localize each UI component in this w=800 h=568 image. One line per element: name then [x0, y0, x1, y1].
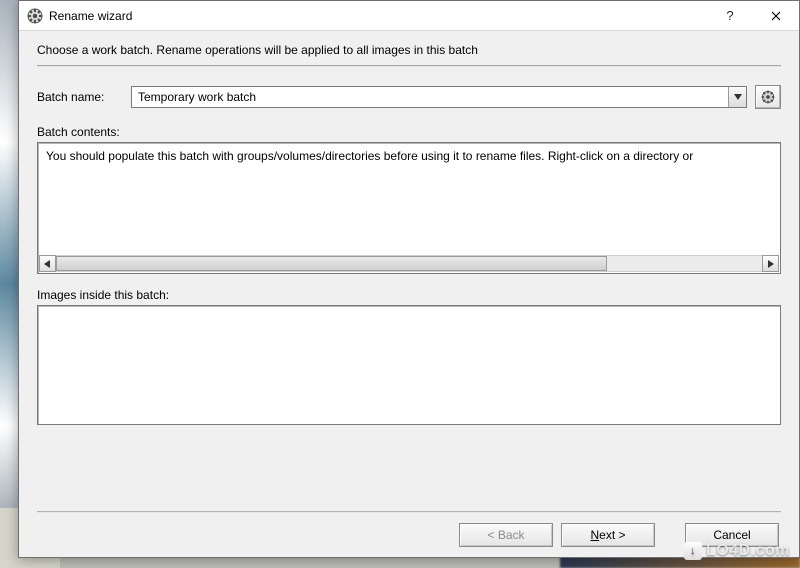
watermark: ↓ LO4D.com [684, 542, 790, 560]
scroll-track[interactable] [56, 255, 762, 272]
footer-divider [37, 511, 781, 513]
scroll-thumb[interactable] [56, 256, 607, 271]
back-button[interactable]: < Back [459, 523, 553, 547]
next-button[interactable]: Next > [561, 523, 655, 547]
divider [37, 65, 781, 67]
images-inside-label: Images inside this batch: [37, 288, 781, 302]
batch-name-row: Batch name: Temporary work batch [37, 85, 781, 109]
images-content [38, 306, 780, 318]
app-icon [27, 8, 43, 24]
scroll-right-button[interactable] [762, 255, 779, 272]
window-title: Rename wizard [49, 9, 707, 23]
batch-name-value: Temporary work batch [132, 87, 728, 107]
images-listbox[interactable] [37, 305, 781, 425]
batch-name-dropdown[interactable]: Temporary work batch [131, 86, 747, 108]
batch-contents-label: Batch contents: [37, 125, 781, 139]
chevron-down-icon[interactable] [728, 87, 746, 107]
batch-name-label: Batch name: [37, 90, 123, 104]
gear-icon [761, 90, 775, 104]
wizard-buttons: < Back Next > Cancel [37, 523, 781, 547]
rename-wizard-window: Rename wizard ? Choose a work batch. Ren… [18, 0, 800, 558]
batch-contents-text: You should populate this batch with grou… [38, 143, 780, 169]
batch-contents-listbox[interactable]: You should populate this batch with grou… [37, 142, 781, 274]
horizontal-scrollbar[interactable] [39, 255, 779, 272]
close-button[interactable] [753, 1, 799, 31]
client-area: Choose a work batch. Rename operations w… [19, 31, 799, 557]
instruction-text: Choose a work batch. Rename operations w… [37, 43, 781, 57]
scroll-left-button[interactable] [39, 255, 56, 272]
batch-settings-button[interactable] [755, 85, 781, 109]
titlebar: Rename wizard ? [19, 1, 799, 31]
help-button[interactable]: ? [707, 1, 753, 31]
watermark-text: LO4D.com [706, 542, 790, 560]
watermark-icon: ↓ [684, 542, 702, 560]
